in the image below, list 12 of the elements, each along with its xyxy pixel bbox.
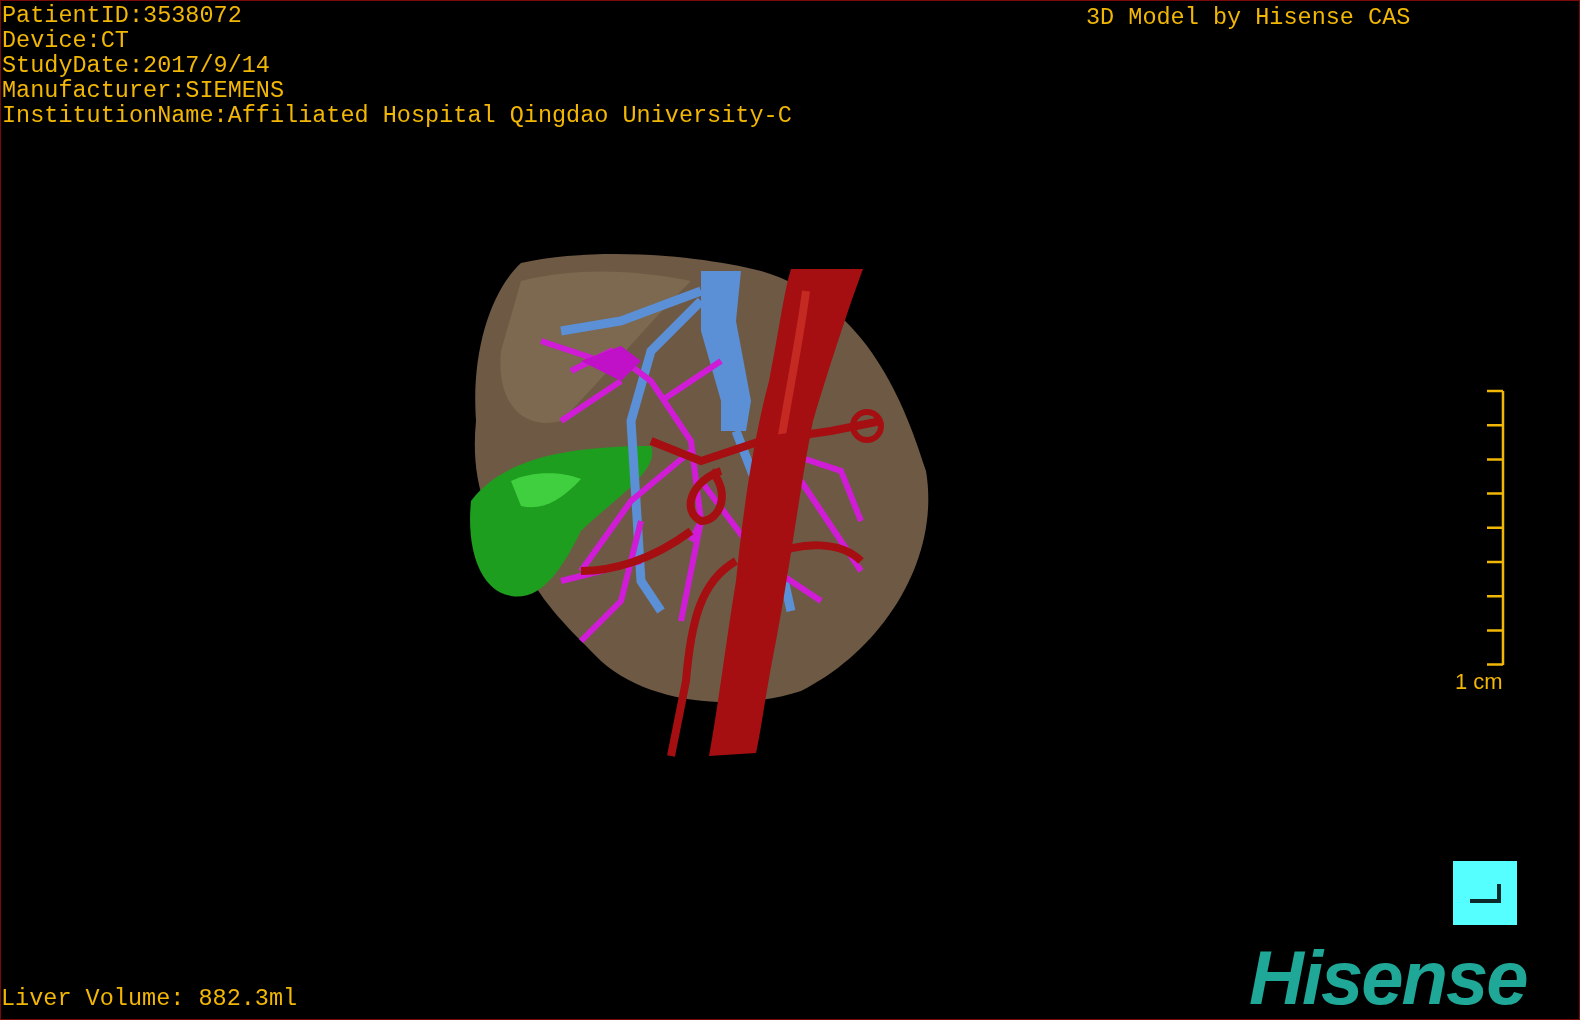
brand-logo: Hisense [1249, 939, 1527, 1017]
info-text: Manufacturer:SIEMENS [2, 78, 286, 103]
info-text: Device:CT [2, 28, 130, 53]
info-text: StudyDate:2017/9/14 [2, 53, 271, 78]
corner-icon [1468, 882, 1502, 904]
viewer-title: 3D Model by Hisense CAS [1086, 5, 1411, 30]
corner-button[interactable] [1453, 861, 1517, 925]
info-text: InstitutionName:Affiliated Hospital Qingdao University-C [2, 103, 792, 128]
render-viewport[interactable]: PatientID:3538072 Device:CT StudyDate:2017/9/14 Manufacturer:SIEMENS InstitutionName:Affiliated Hospital Qingdao University-C 3D Model by Hisense CAS 1 cm Liver Volume: 882.3ml Hisense [0, 0, 1580, 1020]
volume-text: Liver Volume: 882.3ml [1, 986, 298, 1011]
scale-label: 1 cm [1455, 668, 1503, 696]
info-text: PatientID:3538072 [2, 3, 243, 28]
